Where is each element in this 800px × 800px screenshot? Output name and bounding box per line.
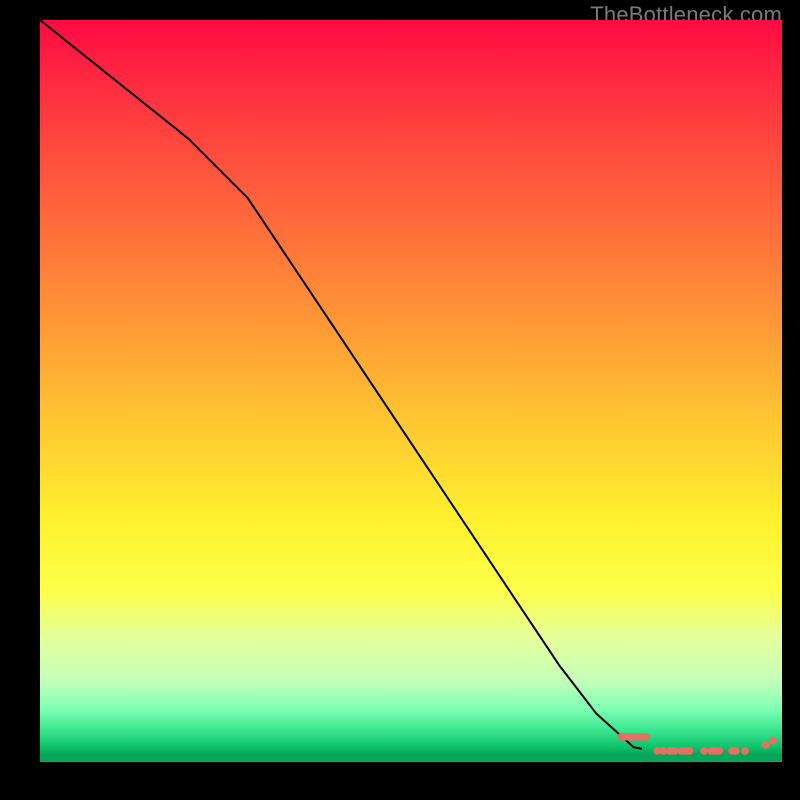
chart-frame: TheBottleneck.com — [0, 0, 800, 800]
sample-marker — [701, 748, 708, 755]
sample-marker — [666, 748, 678, 754]
bottleneck-curve-line — [40, 20, 641, 749]
sample-marker — [660, 748, 667, 755]
chart-svg — [40, 20, 782, 762]
sample-marker — [742, 748, 749, 755]
sample-marker — [708, 748, 723, 754]
sample-marker — [729, 748, 739, 754]
sample-marker — [770, 737, 777, 744]
sample-marker — [618, 734, 649, 740]
marker-layer — [618, 734, 776, 755]
plot-area — [40, 20, 782, 762]
sample-marker — [762, 742, 769, 749]
sample-marker — [678, 748, 693, 754]
